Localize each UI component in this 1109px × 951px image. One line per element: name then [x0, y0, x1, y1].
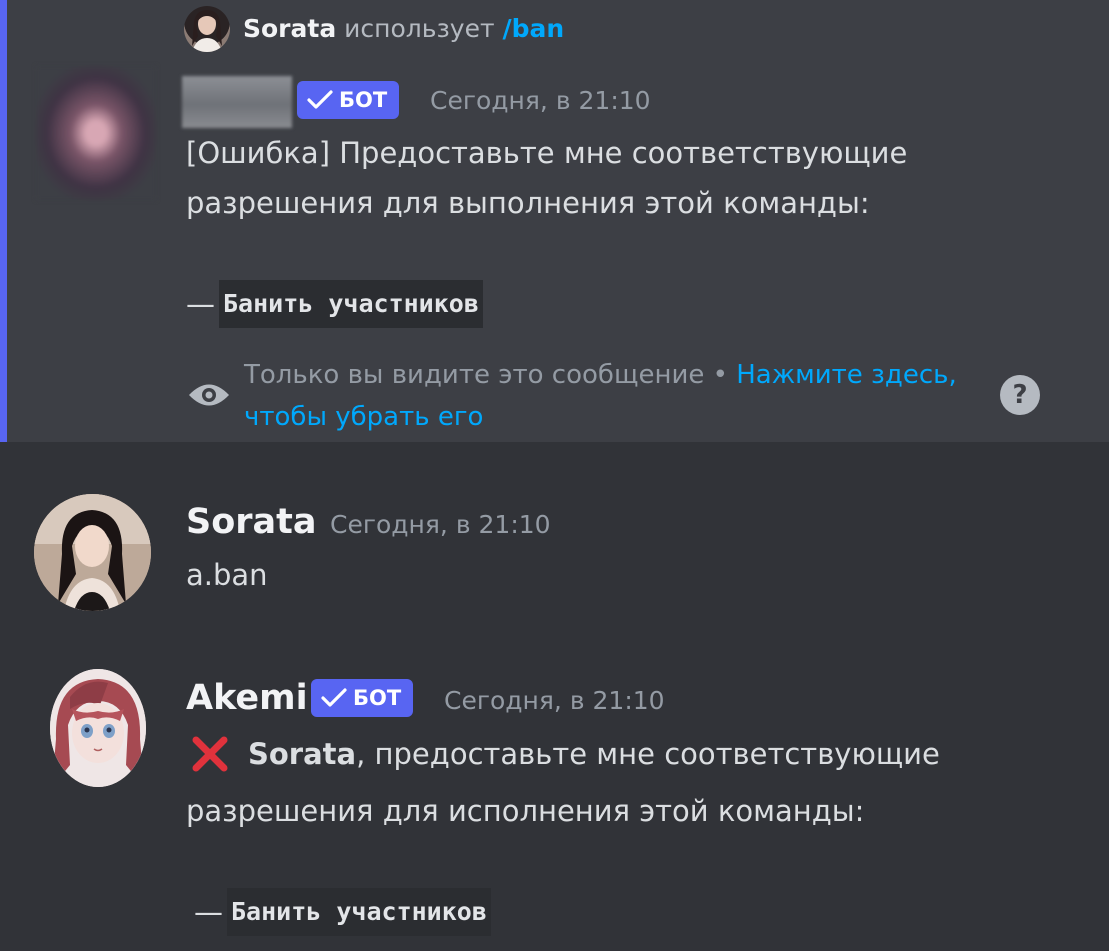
x-mark-icon — [192, 736, 228, 772]
permission-line: — Банить участников — [194, 888, 491, 936]
bot-tag: БОТ — [297, 81, 400, 119]
help-icon-glyph: ? — [1012, 380, 1028, 410]
permission-code: Банить участников — [219, 280, 483, 328]
permission-dash: — — [186, 287, 215, 321]
permission-code: Банить участников — [227, 888, 491, 936]
ephemeral-notice-text: Только вы видите это сообщение — [244, 360, 705, 390]
message-timestamp[interactable]: Сегодня, в 21:10 — [444, 686, 665, 715]
message-text-line-2: разрешения для исполнения этой команды: — [186, 794, 865, 828]
dismiss-link-part-2[interactable]: чтобы убрать его — [244, 402, 483, 432]
permission-dash: — — [194, 895, 223, 929]
message-username[interactable]: Sorata — [186, 502, 316, 542]
bot-avatar-blurred[interactable] — [36, 66, 156, 200]
command-name[interactable]: /ban — [503, 14, 565, 43]
message-text-line-1: [Ошибка] Предоставьте мне соответствующи… — [186, 136, 908, 170]
message-timestamp[interactable]: Сегодня, в 21:10 — [430, 86, 651, 115]
checkmark-icon — [307, 90, 333, 109]
message-content: a.ban — [186, 558, 268, 592]
bot-tag-label: БОТ — [353, 686, 402, 710]
notice-separator: • — [712, 360, 728, 390]
user-mention[interactable]: Sorata — [248, 729, 356, 779]
eye-icon — [187, 380, 231, 410]
bot-tag: БОТ — [311, 679, 414, 717]
reply-avatar[interactable] — [184, 6, 230, 52]
bot-username-blurred[interactable] — [182, 76, 292, 128]
checkmark-icon — [321, 688, 347, 707]
message-text-rest: , предоставьте мне соответствующие — [356, 737, 940, 771]
permission-line: — Банить участников — [186, 280, 483, 328]
ephemeral-notice: Только вы видите это сообщение • Нажмите… — [244, 354, 957, 438]
reply-uses-text: использует — [344, 14, 495, 43]
message-timestamp[interactable]: Сегодня, в 21:10 — [330, 510, 551, 539]
message-text-line-1: Sorata, предоставьте мне соответствующие — [190, 729, 940, 779]
reply-username[interactable]: Sorata — [243, 14, 336, 43]
message-text-line-2: разрешения для выполнения этой команды: — [186, 186, 870, 220]
message-username[interactable]: Akemi — [186, 678, 308, 718]
command-usage-line: Sorata использует /ban — [243, 12, 564, 46]
bot-avatar-akemi[interactable] — [50, 669, 146, 787]
bot-tag-label: БОТ — [339, 88, 388, 112]
user-avatar-sorata[interactable] — [34, 494, 151, 611]
help-icon[interactable]: ? — [1000, 375, 1040, 415]
highlight-accent-bar — [0, 0, 7, 442]
dismiss-link-part-1[interactable]: Нажмите здесь, — [736, 360, 957, 390]
